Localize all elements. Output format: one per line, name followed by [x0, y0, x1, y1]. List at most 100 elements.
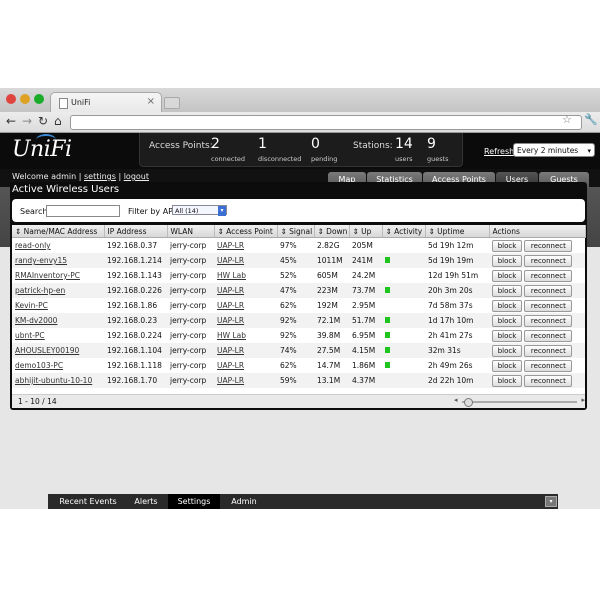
ap-filter-select[interactable]: All (14) ▾ [172, 205, 227, 216]
home-icon[interactable]: ⌂ [54, 114, 62, 128]
ap-link[interactable]: UAP-LR [217, 316, 244, 325]
zoom-window-button[interactable] [34, 94, 44, 104]
reload-icon[interactable]: ↻ [38, 114, 48, 128]
back-icon[interactable]: ← [6, 114, 16, 128]
block-button[interactable]: block [492, 299, 522, 312]
block-button[interactable]: block [492, 239, 522, 252]
ap-link[interactable]: UAP-LR [217, 346, 244, 355]
activity-indicator [385, 287, 390, 293]
chevron-down-icon: ▾ [587, 147, 591, 155]
ap-link[interactable]: UAP-LR [217, 241, 244, 250]
reconnect-button[interactable]: reconnect [524, 284, 573, 297]
bookmark-star-icon[interactable]: ☆ [562, 114, 572, 126]
guests-count: 9 [427, 136, 436, 152]
minimize-window-button[interactable] [20, 94, 30, 104]
browser-tab[interactable]: UniFi × [50, 92, 162, 113]
block-button[interactable]: block [492, 314, 522, 327]
client-name-link[interactable]: read-only [15, 241, 51, 250]
cell-activity [382, 358, 425, 373]
tab-admin[interactable]: Admin [222, 494, 266, 509]
column-header-wlan[interactable]: WLAN [167, 225, 215, 238]
forward-icon[interactable]: → [22, 114, 32, 128]
tab-recent-events[interactable]: Recent Events [52, 494, 124, 509]
ap-pending-label: pending [311, 155, 338, 163]
block-button[interactable]: block [492, 359, 522, 372]
cell-up: 73.7M [349, 283, 382, 298]
tab-settings-bottom[interactable]: Settings [168, 494, 220, 509]
block-button[interactable]: block [492, 269, 522, 282]
new-tab-button[interactable] [164, 97, 180, 109]
reconnect-button[interactable]: reconnect [524, 344, 573, 357]
column-header-activity[interactable]: ⇕ Activity [382, 225, 426, 238]
reconnect-button[interactable]: reconnect [524, 314, 573, 327]
column-header-actions: Actions [489, 225, 586, 238]
cell-down: 605M [317, 271, 338, 280]
ap-link[interactable]: HW Lab [217, 331, 246, 340]
client-name-link[interactable]: RMAInventory-PC [15, 271, 80, 280]
column-header-name[interactable]: ⇕ Name/MAC Address [12, 225, 105, 238]
settings-link[interactable]: settings [84, 172, 116, 181]
collapse-icon[interactable]: ▾ [545, 496, 557, 507]
client-name-link[interactable]: patrick-hp-en [15, 286, 65, 295]
cell-name: ubnt-PC [12, 328, 104, 343]
client-name-link[interactable]: KM-dv2000 [15, 316, 57, 325]
client-name-link[interactable]: ubnt-PC [15, 331, 45, 340]
ap-link[interactable]: UAP-LR [217, 286, 244, 295]
column-header-ap[interactable]: ⇕ Access Point [214, 225, 278, 238]
activity-indicator [385, 332, 390, 338]
client-name-link[interactable]: abhijit-ubuntu-10-10 [15, 376, 92, 385]
reconnect-button[interactable]: reconnect [524, 239, 573, 252]
block-button[interactable]: block [492, 254, 522, 267]
reconnect-button[interactable]: reconnect [524, 374, 573, 387]
tab-alerts[interactable]: Alerts [126, 494, 166, 509]
logout-link[interactable]: logout [124, 172, 149, 181]
reconnect-button[interactable]: reconnect [524, 329, 573, 342]
reconnect-button[interactable]: reconnect [524, 359, 573, 372]
ap-link[interactable]: UAP-LR [217, 256, 244, 265]
cell-activity [382, 313, 425, 328]
block-button[interactable]: block [492, 374, 522, 387]
client-name-link[interactable]: randy-envy15 [15, 256, 67, 265]
block-button[interactable]: block [492, 329, 522, 342]
ap-link[interactable]: HW Lab [217, 271, 246, 280]
client-name-link[interactable]: Kevin-PC [15, 301, 48, 310]
column-header-up[interactable]: ⇕ Up [349, 225, 383, 238]
activity-indicator [385, 362, 390, 368]
cell-name: read-only [12, 238, 104, 254]
ap-link[interactable]: UAP-LR [217, 361, 244, 370]
refresh-link[interactable]: Refresh [484, 147, 514, 156]
cell-wlan: jerry-corp [167, 313, 214, 328]
address-bar[interactable] [70, 115, 582, 130]
column-header-ip[interactable]: IP Address [104, 225, 168, 238]
cell-activity [382, 268, 425, 283]
column-header-label: Access Point [226, 226, 273, 236]
cell-name: RMAInventory-PC [12, 268, 104, 283]
cell-activity [382, 238, 425, 254]
page-slider[interactable]: ◂ ▸ [454, 396, 585, 407]
client-name-link[interactable]: demo103-PC [15, 361, 63, 370]
wrench-menu-icon[interactable]: 🔧 [584, 114, 598, 126]
cell-wlan: jerry-corp [167, 373, 214, 388]
block-button[interactable]: block [492, 344, 522, 357]
client-name-link[interactable]: AHOUSLEY00190 [15, 346, 79, 355]
cell-ap: UAP-LR [214, 283, 277, 298]
column-header-label: Actions [492, 226, 520, 236]
column-header-signal[interactable]: ⇕ Signal [277, 225, 315, 238]
reconnect-button[interactable]: reconnect [524, 254, 573, 267]
column-header-uptime[interactable]: ⇕ Uptime [425, 225, 490, 238]
ap-link[interactable]: UAP-LR [217, 376, 244, 385]
tab-close-icon[interactable]: × [147, 96, 155, 107]
users-count: 14 [395, 136, 413, 152]
slider-knob[interactable] [464, 398, 473, 407]
close-window-button[interactable] [6, 94, 16, 104]
cell-uptime: 5d 19h 12m [428, 241, 474, 250]
reconnect-button[interactable]: reconnect [524, 299, 573, 312]
block-button[interactable]: block [492, 284, 522, 297]
search-input[interactable] [46, 205, 120, 217]
reconnect-button[interactable]: reconnect [524, 269, 573, 282]
column-header-down[interactable]: ⇕ Down [314, 225, 350, 238]
separator: | [118, 172, 122, 181]
refresh-interval-select[interactable]: Every 2 minutes ▾ [513, 143, 595, 157]
cell-activity [382, 373, 425, 388]
ap-link[interactable]: UAP-LR [217, 301, 244, 310]
